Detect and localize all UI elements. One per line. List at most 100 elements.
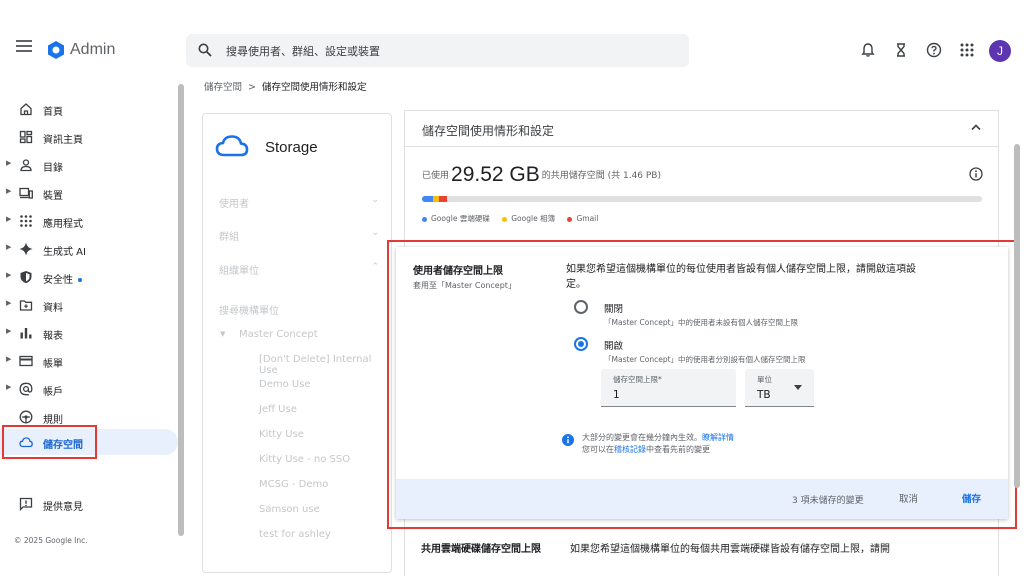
feedback-icon (19, 497, 33, 511)
legend-label: Gmail (576, 214, 599, 223)
admin-logo-icon (48, 41, 64, 59)
sidebar-item-label: 裝置 (43, 191, 63, 202)
section-header[interactable]: 儲存空間使用情形和設定 (405, 111, 998, 147)
chevron-up-icon[interactable]: ⌃ (371, 262, 379, 272)
sidebar-item-devices[interactable]: ▶ 裝置 (0, 180, 178, 206)
sidebar-item-apps[interactable]: ▶ 應用程式 (0, 208, 178, 234)
expand-caret-icon[interactable]: ▶ (6, 383, 11, 391)
breadcrumb-separator: > (248, 82, 256, 93)
expand-caret-icon[interactable]: ▶ (6, 271, 11, 279)
sidebar-item-label: 資訊主頁 (43, 135, 83, 146)
sidebar-item-label: 生成式 AI (43, 247, 86, 258)
expand-caret-icon[interactable]: ▶ (6, 299, 11, 307)
org-root[interactable]: Master Concept (239, 329, 318, 340)
at-sign-icon (19, 382, 33, 396)
expand-caret-icon[interactable]: ▶ (6, 327, 11, 335)
breadcrumb-parent[interactable]: 儲存空間 (204, 82, 242, 93)
org-unit[interactable]: Kitty Use (259, 429, 304, 440)
org-unit[interactable]: Demo Use (259, 379, 311, 390)
filter-groups[interactable]: 群組 (219, 228, 239, 243)
notification-dot (78, 278, 82, 282)
apps-grid-icon[interactable] (959, 42, 975, 58)
devices-icon (19, 187, 33, 199)
usage-segment-drive (422, 196, 433, 202)
sidebar-item-label-text: 安全性 (43, 275, 73, 286)
legend-dot (567, 216, 573, 222)
sidebar-item-label: 目錄 (43, 163, 63, 174)
help-icon[interactable] (926, 42, 942, 58)
sidebar-item-billing[interactable]: ▶ 帳單 (0, 348, 178, 374)
sidebar-item-label: 帳單 (43, 359, 63, 370)
sidebar-item-label: 應用程式 (43, 219, 83, 230)
cloud-icon (215, 135, 249, 157)
sidebar: 首頁 資訊主頁 ▶ 目錄 ▶ 裝置 ▶ 應用程式 ▶ 生成式 AI ▶ 安全性 … (0, 90, 185, 576)
tree-caret-icon[interactable]: ▼ (220, 330, 225, 338)
menu-icon[interactable] (16, 40, 32, 52)
expand-caret-icon[interactable]: ▶ (6, 159, 11, 167)
sidebar-item-data[interactable]: ▶ 資料 (0, 292, 178, 318)
expand-caret-icon[interactable]: ▶ (6, 243, 11, 251)
org-unit[interactable]: test for ashley (259, 529, 331, 540)
chevron-down-icon[interactable]: ⌄ (371, 195, 379, 205)
storage-title: Storage (265, 139, 318, 156)
sidebar-item-label: 報表 (43, 331, 63, 342)
sidebar-item-reports[interactable]: ▶ 報表 (0, 320, 178, 346)
usage-legend: Google 雲端硬碟 Google 相簿 Gmail (422, 213, 608, 224)
legend-item: Google 雲端硬碟 (422, 214, 490, 223)
home-icon (20, 103, 32, 116)
bell-icon[interactable] (860, 42, 876, 58)
search-bar[interactable]: 搜尋使用者、群組、設定或裝置 (186, 34, 689, 67)
sidebar-item-account[interactable]: ▶ 帳戶 (0, 376, 178, 402)
feedback-label: 提供意見 (43, 502, 83, 513)
bar-chart-icon (20, 328, 32, 339)
sidebar-item-security[interactable]: ▶ 安全性 (0, 264, 178, 290)
storage-org-panel: Storage 使用者 ⌄ 群組 ⌄ 組織單位 ⌃ 搜尋機構單位 ▼ Maste… (202, 113, 392, 573)
main-scrollbar[interactable] (1014, 144, 1020, 488)
org-unit[interactable]: MCSG - Demo (259, 479, 328, 490)
chevron-down-icon[interactable]: ⌄ (371, 228, 379, 238)
sparkle-icon (19, 242, 33, 256)
filter-org-units[interactable]: 組織單位 (219, 262, 259, 277)
top-bar: Admin 搜尋使用者、群組、設定或裝置 J (0, 0, 1024, 67)
org-unit[interactable]: Kitty Use - no SSO (259, 454, 350, 465)
highlight-box (2, 425, 97, 459)
dashboard-icon (19, 130, 33, 144)
hourglass-icon[interactable] (893, 42, 909, 58)
sidebar-item-directory[interactable]: ▶ 目錄 (0, 152, 178, 178)
sidebar-item-home[interactable]: 首頁 (0, 96, 178, 122)
sidebar-item-label: 資料 (43, 303, 63, 314)
org-search-input[interactable]: 搜尋機構單位 (219, 302, 279, 317)
highlight-box (387, 240, 1017, 529)
sidebar-scrollbar[interactable] (178, 84, 184, 536)
breadcrumb: 儲存空間 > 儲存空間使用情形和設定 (204, 79, 367, 93)
copyright: © 2025 Google Inc. (14, 536, 88, 545)
credit-card-icon (19, 355, 33, 367)
apps-grid-icon (20, 215, 32, 227)
sidebar-item-generative-ai[interactable]: ▶ 生成式 AI (0, 236, 178, 262)
org-unit[interactable]: [Don't Delete] Internal Use (259, 354, 391, 376)
legend-item: Gmail (567, 214, 598, 223)
info-icon[interactable] (969, 167, 983, 181)
avatar[interactable]: J (989, 40, 1011, 62)
legend-dot (422, 216, 427, 222)
expand-caret-icon[interactable]: ▶ (6, 215, 11, 223)
legend-label: Google 雲端硬碟 (431, 214, 490, 223)
legend-dot (502, 216, 508, 222)
usage-prefix: 已使用 (422, 171, 450, 181)
org-unit[interactable]: Jeff Use (259, 404, 297, 415)
expand-caret-icon[interactable]: ▶ (6, 187, 11, 195)
search-icon (198, 43, 212, 57)
org-unit[interactable]: Samson use (259, 504, 320, 515)
chevron-up-icon[interactable] (970, 122, 982, 132)
shared-drive-limit-title: 共用雲端硬碟儲存空間上限 (421, 544, 541, 555)
person-icon (20, 159, 32, 172)
app-name[interactable]: Admin (70, 41, 115, 59)
shield-icon (20, 271, 32, 284)
filter-users[interactable]: 使用者 (219, 195, 249, 210)
sidebar-item-dashboard[interactable]: 資訊主頁 (0, 124, 178, 150)
folder-icon (19, 300, 33, 311)
shared-drive-limit-description: 如果您希望這個機構單位的每個共用雲端硬碟皆設有儲存空間上限，請開 (570, 544, 890, 555)
expand-caret-icon[interactable]: ▶ (6, 355, 11, 363)
sidebar-item-label: 首頁 (43, 107, 63, 118)
sidebar-item-label: 規則 (43, 415, 63, 426)
